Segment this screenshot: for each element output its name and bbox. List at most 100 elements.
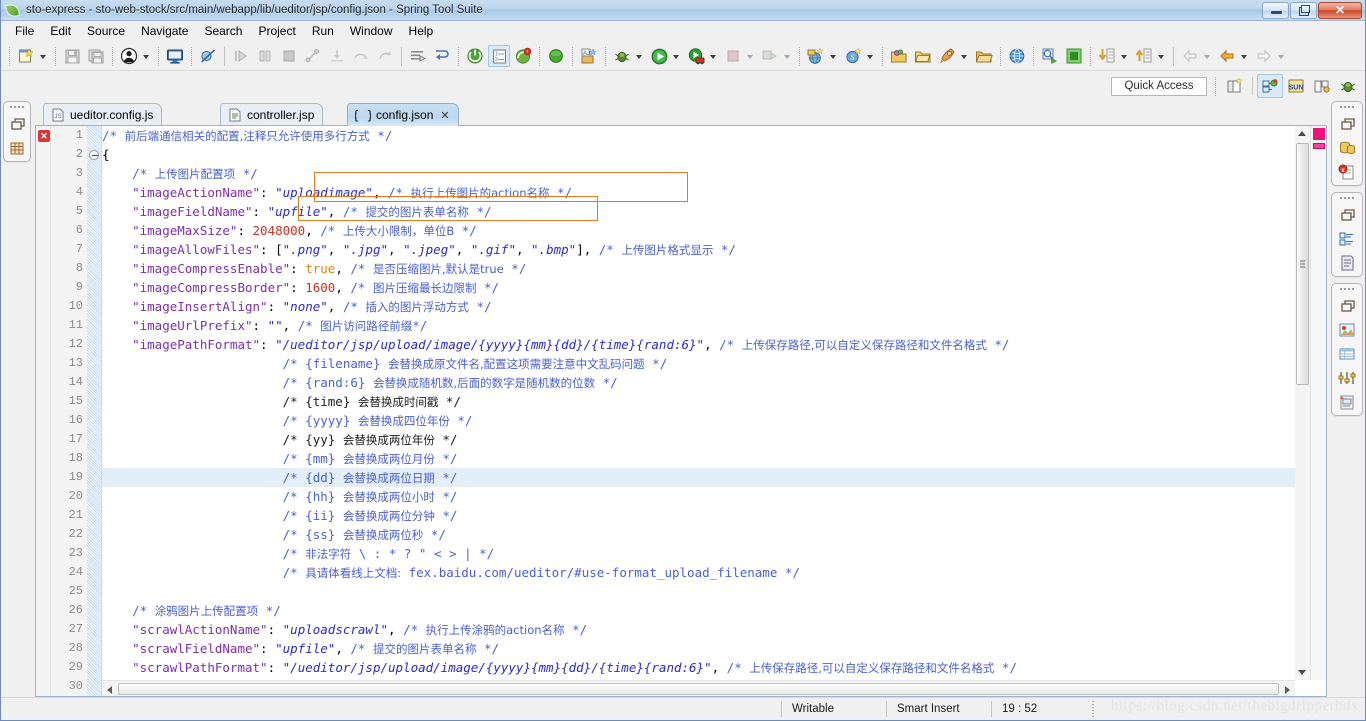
menu-item-search[interactable]: Search	[196, 22, 250, 40]
restore-view-icon[interactable]	[1337, 205, 1357, 225]
menu-item-navigate[interactable]: Navigate	[133, 22, 196, 40]
code-line[interactable]: "imageUrlPrefix": "", /* 图片访问路径前缀*/	[102, 316, 1295, 335]
error-marker-icon[interactable]: ✕	[38, 130, 50, 142]
java-ee-perspective-icon[interactable]: SUN	[1283, 74, 1309, 98]
horizontal-scrollbar[interactable]	[102, 680, 1295, 696]
search-icon[interactable]	[1039, 45, 1061, 67]
menu-item-project[interactable]: Project	[250, 22, 303, 40]
fold-toggle[interactable]	[87, 145, 101, 164]
code-line[interactable]: "imageAllowFiles": [".png", ".jpg", ".jp…	[102, 240, 1295, 259]
vertical-scrollbar[interactable]	[1295, 126, 1310, 680]
new-spring-bean-dropdown-arrow[interactable]	[865, 46, 876, 66]
close-button[interactable]: ✕	[1318, 1, 1362, 19]
new-spring-bean-icon[interactable]: S	[842, 45, 864, 67]
scroll-left-arrow-icon[interactable]	[102, 681, 117, 696]
editor-tab-controller-jsp[interactable]: controller.jsp	[220, 103, 324, 126]
run-as-server-dropdown-arrow[interactable]	[708, 46, 719, 66]
back-icon[interactable]	[1216, 45, 1238, 67]
code-line[interactable]: /* {yy} 会替换成两位年份 */	[102, 430, 1295, 449]
code-line[interactable]: "scrawlPathFormat": "/ueditor/jsp/upload…	[102, 658, 1295, 677]
run-as-server-icon[interactable]	[685, 45, 707, 67]
minimize-button[interactable]	[1262, 1, 1289, 19]
code-line[interactable]: "imageInsertAlign": "none", /* 插入的图片浮动方式…	[102, 297, 1295, 316]
code-line[interactable]: /* 具请体看线上文档: fex.baidu.com/ueditor/#use-…	[102, 563, 1295, 582]
debug-dropdown-arrow[interactable]	[634, 46, 645, 66]
menu-item-edit[interactable]: Edit	[42, 22, 79, 40]
menu-item-run[interactable]: Run	[304, 22, 342, 40]
restore-button[interactable]	[1290, 1, 1317, 19]
task-list-view-icon[interactable]	[1337, 253, 1357, 273]
green-square-icon[interactable]	[1063, 45, 1085, 67]
overview-occurrence-marker[interactable]	[1313, 143, 1325, 149]
quick-access-input[interactable]: Quick Access	[1111, 76, 1207, 96]
menu-item-window[interactable]: Window	[342, 22, 401, 40]
editor-tab-config-json[interactable]: { } config.json ✕	[347, 103, 459, 126]
debug-perspective-icon[interactable]	[1335, 74, 1361, 98]
user-account-dropdown-arrow[interactable]	[141, 46, 152, 66]
code-line[interactable]: "imageActionName": "uploadimage", /* 执行上…	[102, 183, 1295, 202]
menu-item-source[interactable]: Source	[79, 22, 133, 40]
green-circle-icon[interactable]	[545, 45, 567, 67]
code-line[interactable]: /* {hh} 会替换成两位小时 */	[102, 487, 1295, 506]
boot-dashboard-icon[interactable]	[464, 45, 486, 67]
back-dropdown-arrow[interactable]	[1239, 46, 1250, 66]
rail-grip[interactable]	[1339, 195, 1355, 201]
new-wizard-dropdown-arrow[interactable]	[38, 46, 49, 66]
code-line[interactable]	[102, 582, 1295, 601]
console-view-icon[interactable]	[1337, 392, 1357, 412]
servers-view-icon[interactable]	[1337, 344, 1357, 364]
rail-grip[interactable]	[1339, 104, 1355, 110]
code-line[interactable]: "imagePathFormat": "/ueditor/jsp/upload/…	[102, 335, 1295, 354]
scroll-up-arrow-icon[interactable]	[1295, 126, 1310, 141]
code-line[interactable]: "scrawlActionName": "uploadscrawl", /* 执…	[102, 620, 1295, 639]
source-code[interactable]: /* 前后端通信相关的配置,注释只允许使用多行方式 */ { /* 上传图片配置项…	[102, 126, 1295, 680]
rail-grip[interactable]	[1339, 286, 1355, 292]
skip-breakpoints-icon[interactable]	[197, 45, 219, 67]
import-icon[interactable]	[1096, 45, 1118, 67]
code-line[interactable]: /* {ss} 会替换成两位秒 */	[102, 525, 1295, 544]
save-all-icon[interactable]	[85, 45, 107, 67]
code-line[interactable]: /* {mm} 会替换成两位月份 */	[102, 449, 1295, 468]
export-icon[interactable]	[1133, 45, 1155, 67]
open-resource-icon[interactable]	[912, 45, 934, 67]
spring-perspective-icon[interactable]	[1257, 74, 1283, 98]
open-folder-icon[interactable]	[973, 45, 995, 67]
code-line[interactable]: "imageCompressEnable": true, /* 是否压缩图片,默…	[102, 259, 1295, 278]
code-line[interactable]: /* 前后端通信相关的配置,注释只允许使用多行方式 */	[102, 126, 1295, 145]
debug-icon[interactable]	[611, 45, 633, 67]
properties-view-icon[interactable]	[1337, 368, 1357, 388]
horizontal-scroll-thumb[interactable]	[118, 682, 1279, 695]
new-web-project-dropdown-arrow[interactable]	[828, 46, 839, 66]
data-source-explorer-icon[interactable]	[1337, 138, 1357, 158]
import-dropdown-arrow[interactable]	[1119, 46, 1130, 66]
new-java-project-icon[interactable]: AJ	[578, 45, 600, 67]
code-line[interactable]: /* {rand:6} 会替换成随机数,后面的数字是随机数的位数 */	[102, 373, 1295, 392]
code-line[interactable]: /* 非法字符 \ : * ? " < > | */	[102, 544, 1295, 563]
snippets-view-icon[interactable]	[1337, 320, 1357, 340]
run-icon[interactable]	[648, 45, 670, 67]
code-viewport[interactable]: /* 前后端通信相关的配置,注释只允许使用多行方式 */ { /* 上传图片配置项…	[102, 126, 1295, 680]
scroll-down-arrow-icon[interactable]	[1295, 665, 1310, 680]
scroll-right-arrow-icon[interactable]	[1280, 681, 1295, 696]
restore-view-icon[interactable]	[1337, 114, 1357, 134]
vertical-scroll-thumb[interactable]	[1296, 143, 1309, 385]
save-icon[interactable]	[61, 45, 83, 67]
code-line[interactable]: /* 涂鸦图片上传配置项 */	[102, 601, 1295, 620]
export-dropdown-arrow[interactable]	[1156, 46, 1167, 66]
rail-grip[interactable]	[9, 104, 25, 110]
new-wizard-icon[interactable]	[15, 45, 37, 67]
restore-view-icon[interactable]	[7, 114, 27, 134]
open-browser-icon[interactable]	[1006, 45, 1028, 67]
task-list-icon[interactable]: 12	[488, 45, 510, 67]
collapse-icon[interactable]	[89, 150, 99, 160]
package-explorer-icon[interactable]	[7, 138, 27, 158]
restore-view-icon[interactable]	[1337, 296, 1357, 316]
code-line[interactable]: "imageCompressBorder": 1600, /* 图片压缩最长边限…	[102, 278, 1295, 297]
launch-icon[interactable]	[936, 45, 958, 67]
close-icon[interactable]: ✕	[440, 109, 449, 122]
menu-item-file[interactable]: File	[7, 22, 42, 40]
launch-dropdown-arrow[interactable]	[959, 46, 970, 66]
code-line[interactable]: "imageFieldName": "upfile", /* 提交的图片表单名称…	[102, 202, 1295, 221]
open-type-icon[interactable]	[888, 45, 910, 67]
previous-annotation-icon[interactable]	[431, 45, 453, 67]
